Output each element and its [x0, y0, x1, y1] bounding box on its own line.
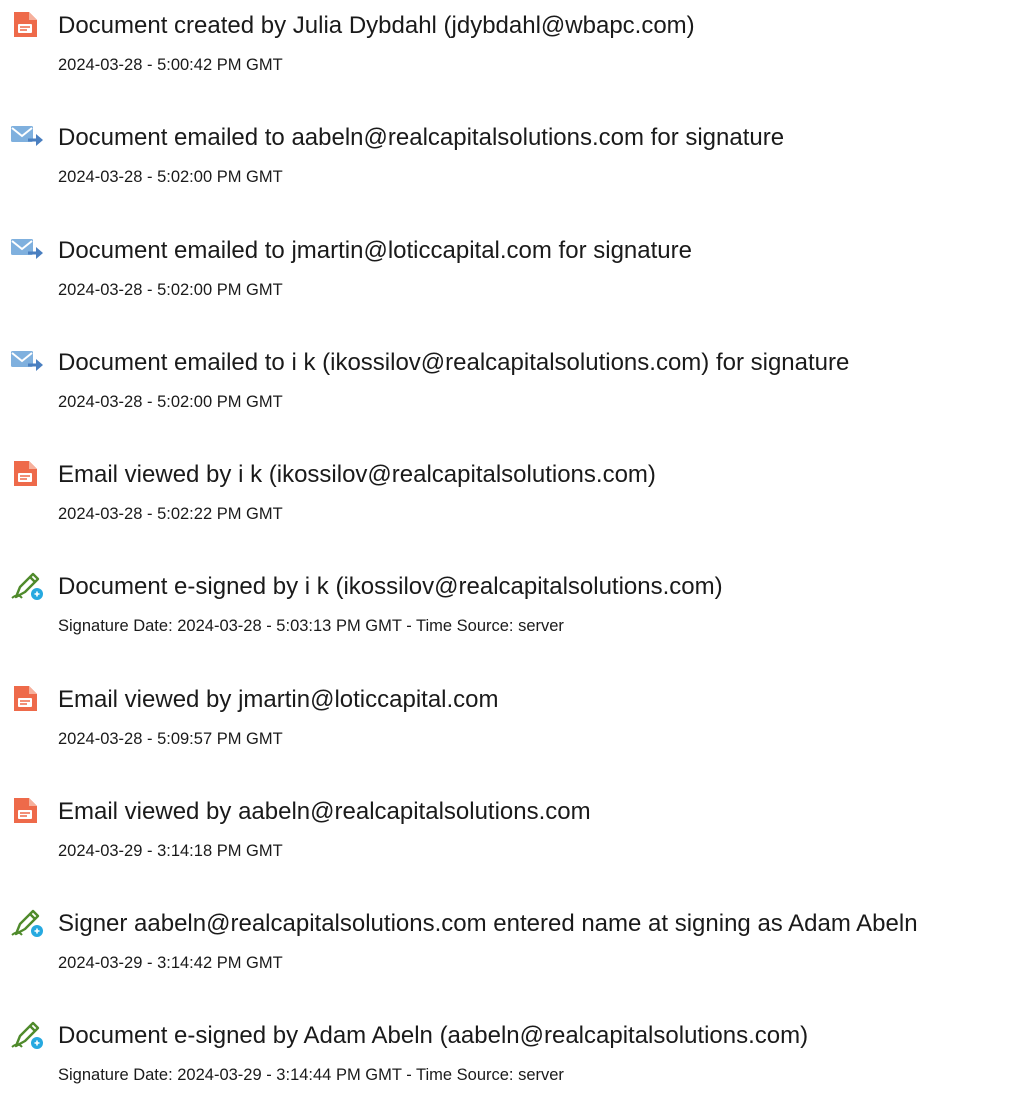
event-signature-date: Signature Date: 2024-03-29 - 3:14:44 PM … [58, 1066, 564, 1084]
event-title: Document created by Julia Dybdahl (jdybd… [58, 12, 695, 39]
event-timestamp: 2024-03-28 - 5:02:22 PM GMT [58, 505, 283, 523]
audit-event: Document created by Julia Dybdahl (jdybd… [0, 0, 1017, 80]
esign-pen-icon [8, 569, 48, 601]
audit-event: Document emailed to aabeln@realcapitalso… [0, 112, 1017, 192]
esign-pen-icon [8, 906, 48, 938]
document-icon [8, 682, 48, 714]
event-timestamp: 2024-03-29 - 3:14:18 PM GMT [58, 842, 283, 860]
event-signature-date: Signature Date: 2024-03-28 - 5:03:13 PM … [58, 617, 564, 635]
audit-event: Email viewed by i k (ikossilov@realcapit… [0, 449, 1017, 529]
event-title: Signer aabeln@realcapitalsolutions.com e… [58, 910, 918, 937]
audit-event: Email viewed by aabeln@realcapitalsoluti… [0, 786, 1017, 866]
email-sent-icon [8, 120, 48, 152]
audit-event: Email viewed by jmartin@loticcapital.com… [0, 674, 1017, 754]
event-timestamp: 2024-03-28 - 5:02:00 PM GMT [58, 281, 283, 299]
audit-event: Document emailed to i k (ikossilov@realc… [0, 337, 1017, 417]
event-title: Email viewed by jmartin@loticcapital.com [58, 686, 499, 713]
email-sent-icon [8, 233, 48, 265]
audit-event: Signer aabeln@realcapitalsolutions.com e… [0, 898, 1017, 978]
document-icon [8, 457, 48, 489]
event-timestamp: 2024-03-28 - 5:09:57 PM GMT [58, 730, 283, 748]
event-title: Document emailed to i k (ikossilov@realc… [58, 349, 850, 376]
event-timestamp: 2024-03-28 - 5:02:00 PM GMT [58, 393, 283, 411]
audit-event: Document e-signed by Adam Abeln (aabeln@… [0, 1010, 1017, 1090]
event-title: Document emailed to jmartin@loticcapital… [58, 237, 692, 264]
event-title: Email viewed by i k (ikossilov@realcapit… [58, 461, 656, 488]
email-sent-icon [8, 345, 48, 377]
audit-event: Document emailed to jmartin@loticcapital… [0, 225, 1017, 305]
event-timestamp: 2024-03-28 - 5:00:42 PM GMT [58, 56, 283, 74]
event-timestamp: 2024-03-28 - 5:02:00 PM GMT [58, 168, 283, 186]
event-title: Email viewed by aabeln@realcapitalsoluti… [58, 798, 591, 825]
audit-event: Document e-signed by i k (ikossilov@real… [0, 561, 1017, 641]
document-icon [8, 8, 48, 40]
document-icon [8, 794, 48, 826]
event-title: Document emailed to aabeln@realcapitalso… [58, 124, 785, 151]
esign-pen-icon [8, 1018, 48, 1050]
event-title: Document e-signed by i k (ikossilov@real… [58, 573, 723, 600]
event-title: Document e-signed by Adam Abeln (aabeln@… [58, 1022, 809, 1049]
event-timestamp: 2024-03-29 - 3:14:42 PM GMT [58, 954, 283, 972]
